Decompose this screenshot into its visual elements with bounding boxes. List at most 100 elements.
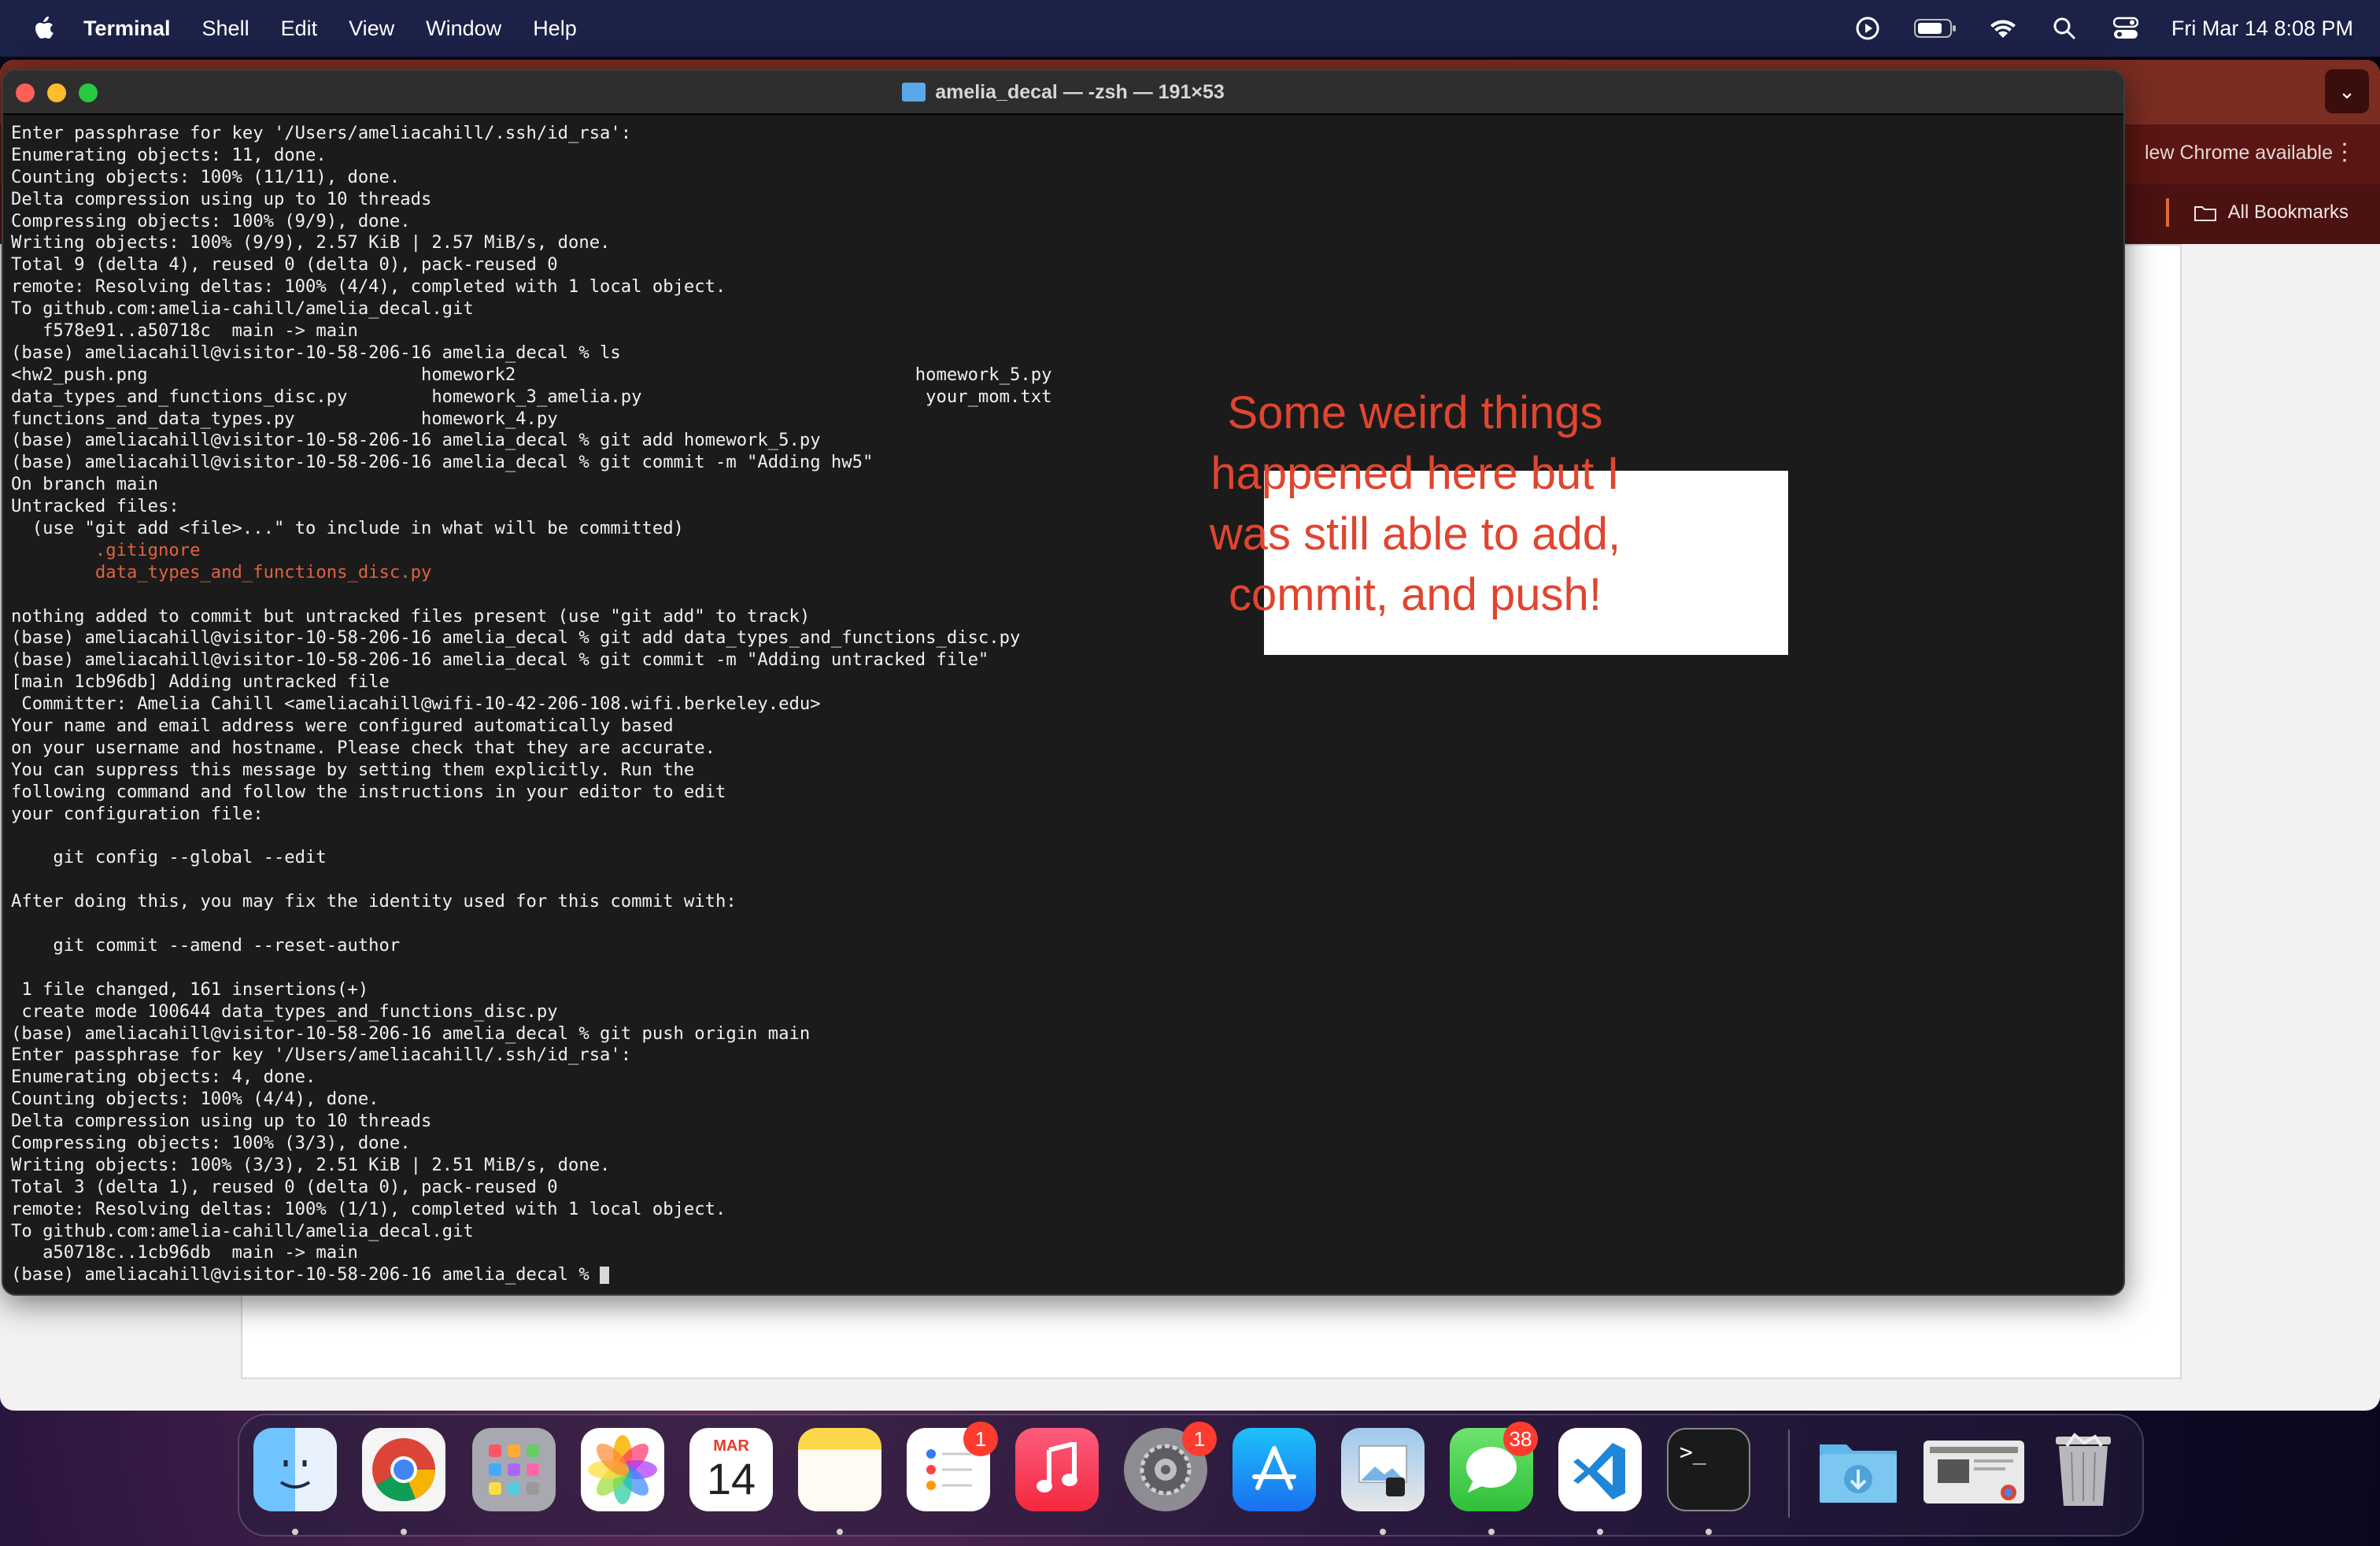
terminal-line: After doing this, you may fix the identi… (11, 891, 737, 912)
messages-badge: 38 (1503, 1422, 1538, 1456)
terminal-line: Total 3 (delta 1), reused 0 (delta 0), p… (11, 1176, 558, 1197)
terminal-cursor (600, 1266, 610, 1284)
messages-running-dot (1488, 1529, 1495, 1535)
app-store-icon[interactable] (1232, 1428, 1316, 1511)
terminal-line: To github.com:amelia-cahill/amelia_decal… (11, 1220, 474, 1241)
music-icon[interactable] (1015, 1428, 1099, 1511)
terminal-line: git commit --amend --reset-author (11, 934, 401, 956)
terminal-line: Delta compression using up to 10 threads (11, 188, 432, 209)
all-bookmarks-label: All Bookmarks (2227, 202, 2349, 223)
terminal-line: data_types_and_functions_disc.py homewor… (11, 386, 1052, 407)
terminal-line: create mode 100644 data_types_and_functi… (11, 1000, 558, 1022)
chrome-running-dot (401, 1529, 407, 1535)
chrome-tab-search-icon[interactable]: ⌄ (2325, 69, 2369, 113)
terminal-line: Counting objects: 100% (11/11), done. (11, 166, 401, 187)
terminal-line: On branch main (11, 474, 159, 495)
terminal-line: on your username and hostname. Please ch… (11, 737, 715, 758)
close-window-button[interactable] (16, 83, 35, 102)
terminal-line: Counting objects: 100% (4/4), done. (11, 1089, 379, 1110)
menu-window[interactable]: Window (426, 17, 501, 41)
calendar-month: MAR (713, 1437, 749, 1455)
spotlight-search-icon[interactable] (2049, 13, 2080, 44)
terminal-prompt-line[interactable]: (base) ameliacahill@visitor-10-58-206-16… (11, 1264, 2116, 1286)
terminal-line: f578e91..a50718c main -> main (11, 320, 358, 342)
terminal-line: nothing added to commit but untracked fi… (11, 605, 811, 627)
vscode-icon[interactable] (1558, 1428, 1642, 1511)
terminal-line: (base) ameliacahill@visitor-10-58-206-16… (11, 1023, 811, 1044)
terminal-line: (base) ameliacahill@visitor-10-58-206-16… (11, 627, 1021, 649)
preview-running-dot (1380, 1529, 1386, 1535)
terminal-window: amelia_decal — -zsh — 191×53 Enter passp… (2, 69, 2125, 1296)
photos-icon[interactable] (581, 1428, 664, 1511)
chrome-update-notice[interactable]: lew Chrome available (2145, 142, 2333, 165)
launchpad-icon[interactable] (472, 1428, 556, 1511)
reminders-badge: 1 (963, 1422, 998, 1456)
now-playing-icon[interactable] (1852, 13, 1883, 44)
bookmark-separator (2166, 198, 2169, 227)
terminal-line: Untracked files: (11, 496, 179, 517)
terminal-line: Committer: Amelia Cahill <ameliacahill@w… (11, 693, 821, 715)
clock[interactable]: Fri Mar 14 8:08 PM (2171, 17, 2353, 41)
chrome-icon[interactable] (362, 1428, 445, 1511)
terminal-running-dot (1706, 1529, 1712, 1535)
terminal-line: (base) ameliacahill@visitor-10-58-206-16… (11, 430, 821, 451)
settings-badge: 1 (1182, 1422, 1217, 1456)
terminal-line: functions_and_data_types.py homework_4.p… (11, 408, 558, 429)
finder-icon[interactable] (253, 1428, 337, 1511)
menu-bar: Terminal Shell Edit View Window Help Fri… (0, 0, 2380, 57)
terminal-line: <hw2_push.png homework2 homework_5.py (11, 364, 1052, 385)
terminal-titlebar[interactable]: amelia_decal — -zsh — 191×53 (3, 71, 2123, 115)
all-bookmarks-button[interactable]: All Bookmarks (2193, 202, 2349, 224)
menu-help[interactable]: Help (533, 17, 577, 41)
terminal-output[interactable]: Enter passphrase for key '/Users/ameliac… (11, 123, 2116, 1294)
downloads-folder-icon[interactable] (1815, 1428, 1898, 1511)
chrome-menu-icon[interactable]: ⋮ (2333, 139, 2356, 166)
terminal-line: (base) ameliacahill@visitor-10-58-206-16… (11, 649, 989, 671)
terminal-line: Compressing objects: 100% (3/3), done. (11, 1132, 411, 1153)
preview-icon[interactable] (1341, 1428, 1425, 1511)
terminal-line: remote: Resolving deltas: 100% (1/1), co… (11, 1198, 726, 1219)
battery-icon[interactable] (1913, 13, 1957, 44)
terminal-icon[interactable]: >_ (1667, 1428, 1750, 1511)
zoom-window-button[interactable] (79, 83, 98, 102)
terminal-line: a50718c..1cb96db main -> main (11, 1242, 358, 1263)
menu-shell[interactable]: Shell (202, 17, 249, 41)
terminal-line: following command and follow the instruc… (11, 781, 726, 802)
menu-view[interactable]: View (349, 17, 394, 41)
terminal-line: Writing objects: 100% (9/9), 2.57 KiB | … (11, 232, 611, 253)
terminal-line: You can suppress this message by setting… (11, 759, 695, 780)
calendar-icon[interactable]: MAR 14 (689, 1428, 773, 1511)
terminal-line: Delta compression using up to 10 threads (11, 1111, 432, 1132)
folder-icon (2193, 206, 2216, 221)
terminal-line: [main 1cb96db] Adding untracked file (11, 671, 390, 693)
menu-edit[interactable]: Edit (281, 17, 318, 41)
terminal-line: Compressing objects: 100% (9/9), done. (11, 210, 411, 231)
chrome-window-thumbnail[interactable] (1924, 1441, 2024, 1503)
terminal-line: data_types_and_functions_disc.py (11, 561, 432, 583)
dock-separator (1788, 1429, 1790, 1518)
trash-icon[interactable] (2042, 1428, 2125, 1511)
terminal-title: amelia_decal — -zsh — 191×53 (935, 80, 1225, 103)
notes-icon[interactable] (798, 1428, 881, 1511)
vscode-running-dot (1597, 1529, 1603, 1535)
terminal-line: (base) ameliacahill@visitor-10-58-206-16… (11, 452, 874, 473)
notes-running-dot (837, 1529, 843, 1535)
control-center-icon[interactable] (2110, 13, 2142, 44)
terminal-line: remote: Resolving deltas: 100% (4/4), co… (11, 276, 726, 298)
terminal-prompt: (base) ameliacahill@visitor-10-58-206-16… (11, 1264, 601, 1285)
terminal-line: (use "git add <file>..." to include in w… (11, 518, 684, 539)
apple-menu-icon[interactable] (28, 11, 58, 46)
wifi-icon[interactable] (1987, 13, 2019, 44)
folder-icon (902, 83, 926, 102)
terminal-line: Total 9 (delta 4), reused 0 (delta 0), p… (11, 254, 558, 276)
annotation-text: Some weird things happened here but I wa… (1209, 387, 1621, 620)
minimize-window-button[interactable] (47, 83, 66, 102)
terminal-line: .gitignore (11, 539, 201, 560)
terminal-line: Enumerating objects: 11, done. (11, 144, 327, 165)
menu-app-terminal[interactable]: Terminal (83, 17, 171, 41)
terminal-line: Enter passphrase for key '/Users/ameliac… (11, 1045, 632, 1066)
